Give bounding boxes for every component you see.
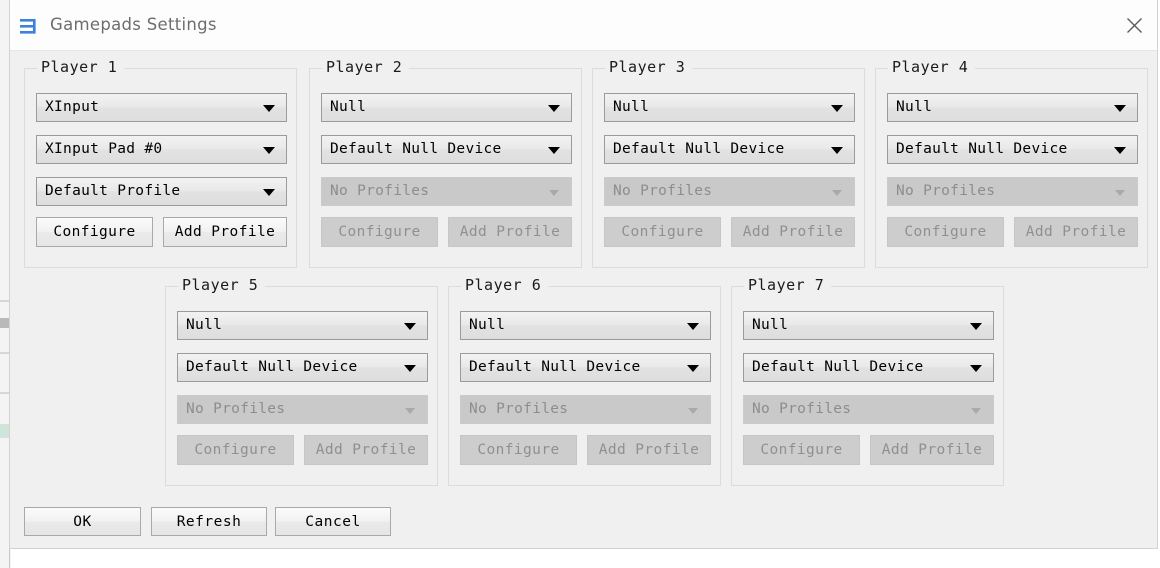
configure-button-player-6: Configure	[460, 435, 577, 465]
chevron-down-icon	[832, 190, 842, 196]
player-panel-6: Player 6 Null Default Null Device No Pro…	[448, 276, 721, 486]
profile-select-value: No Profiles	[896, 183, 996, 199]
player-panel-1: Player 1 XInput XInput Pad #0 Default Pr…	[24, 58, 297, 268]
chevron-down-icon	[687, 323, 699, 330]
chevron-down-icon	[548, 147, 560, 154]
chevron-down-icon	[831, 147, 843, 154]
profile-select-player-4: No Profiles	[887, 177, 1138, 206]
api-select-value: Null	[330, 99, 367, 115]
configure-button-player-7: Configure	[743, 435, 860, 465]
profile-select-player-1[interactable]: Default Profile	[36, 177, 287, 206]
add-profile-button-player-6: Add Profile	[587, 435, 711, 465]
window-title: Gamepads Settings	[50, 15, 217, 34]
device-select-player-7[interactable]: Default Null Device	[743, 353, 994, 382]
chevron-down-icon	[404, 365, 416, 372]
configure-button-player-4: Configure	[887, 217, 1004, 247]
player-panel-title: Player 6	[461, 276, 549, 294]
chevron-down-icon	[831, 105, 843, 112]
configure-button-player-2: Configure	[321, 217, 438, 247]
device-select-player-2[interactable]: Default Null Device	[321, 135, 572, 164]
profile-select-value: No Profiles	[330, 183, 430, 199]
chevron-down-icon	[1114, 105, 1126, 112]
api-select-value: Null	[613, 99, 650, 115]
title-bar: Gamepads Settings	[10, 0, 1157, 51]
device-select-player-1[interactable]: XInput Pad #0	[36, 135, 287, 164]
refresh-button[interactable]: Refresh	[151, 507, 267, 536]
api-select-value: Null	[752, 317, 789, 333]
chevron-down-icon	[405, 408, 415, 414]
api-select-player-6[interactable]: Null	[460, 311, 711, 340]
device-select-value: Default Null Device	[896, 141, 1068, 157]
chevron-down-icon	[1114, 147, 1126, 154]
chevron-down-icon	[263, 105, 275, 112]
chevron-down-icon	[687, 365, 699, 372]
configure-button-player-1[interactable]: Configure	[36, 217, 153, 247]
api-select-player-3[interactable]: Null	[604, 93, 855, 122]
device-select-value: Default Null Device	[752, 359, 924, 375]
add-profile-button-player-5: Add Profile	[304, 435, 428, 465]
chevron-down-icon	[404, 323, 416, 330]
add-profile-button-player-1[interactable]: Add Profile	[163, 217, 287, 247]
close-icon[interactable]	[1111, 0, 1157, 50]
api-select-player-7[interactable]: Null	[743, 311, 994, 340]
profile-select-player-3: No Profiles	[604, 177, 855, 206]
api-select-value: XInput	[45, 99, 100, 115]
gamepads-settings-dialog: Gamepads Settings Player 1 XInput XInput…	[9, 0, 1158, 549]
add-profile-button-player-3: Add Profile	[731, 217, 855, 247]
device-select-value: Default Null Device	[469, 359, 641, 375]
chevron-down-icon	[263, 189, 275, 196]
chevron-down-icon	[549, 190, 559, 196]
profile-select-value: No Profiles	[613, 183, 713, 199]
configure-button-player-5: Configure	[177, 435, 294, 465]
chevron-down-icon	[1115, 190, 1125, 196]
cancel-button[interactable]: Cancel	[275, 507, 391, 536]
configure-button-player-3: Configure	[604, 217, 721, 247]
device-select-player-4[interactable]: Default Null Device	[887, 135, 1138, 164]
menu-lines-icon	[19, 17, 41, 37]
profile-select-player-2: No Profiles	[321, 177, 572, 206]
device-select-value: Default Null Device	[613, 141, 785, 157]
player-panel-7: Player 7 Null Default Null Device No Pro…	[731, 276, 1004, 486]
player-panel-title: Player 5	[178, 276, 266, 294]
api-select-value: Null	[186, 317, 223, 333]
player-panel-title: Player 1	[37, 58, 125, 76]
device-select-value: XInput Pad #0	[45, 141, 163, 157]
profile-select-value: No Profiles	[752, 401, 852, 417]
device-select-player-5[interactable]: Default Null Device	[177, 353, 428, 382]
player-panel-title: Player 3	[605, 58, 693, 76]
player-panel-title: Player 7	[744, 276, 832, 294]
player-panel-3: Player 3 Null Default Null Device No Pro…	[592, 58, 865, 268]
ok-button[interactable]: OK	[24, 507, 141, 536]
profile-select-player-5: No Profiles	[177, 395, 428, 424]
add-profile-button-player-7: Add Profile	[870, 435, 994, 465]
player-panel-title: Player 2	[322, 58, 410, 76]
player-panel-title: Player 4	[888, 58, 976, 76]
profile-select-value: No Profiles	[186, 401, 286, 417]
profile-select-value: Default Profile	[45, 183, 181, 199]
chevron-down-icon	[688, 408, 698, 414]
chevron-down-icon	[971, 408, 981, 414]
api-select-player-5[interactable]: Null	[177, 311, 428, 340]
device-select-value: Default Null Device	[330, 141, 502, 157]
add-profile-button-player-4: Add Profile	[1014, 217, 1138, 247]
player-panel-2: Player 2 Null Default Null Device No Pro…	[309, 58, 582, 268]
device-select-player-6[interactable]: Default Null Device	[460, 353, 711, 382]
profile-select-player-6: No Profiles	[460, 395, 711, 424]
api-select-value: Null	[469, 317, 506, 333]
device-select-value: Default Null Device	[186, 359, 358, 375]
api-select-player-1[interactable]: XInput	[36, 93, 287, 122]
chevron-down-icon	[263, 147, 275, 154]
profile-select-value: No Profiles	[469, 401, 569, 417]
chevron-down-icon	[548, 105, 560, 112]
profile-select-player-7: No Profiles	[743, 395, 994, 424]
player-panel-5: Player 5 Null Default Null Device No Pro…	[165, 276, 438, 486]
api-select-value: Null	[896, 99, 933, 115]
add-profile-button-player-2: Add Profile	[448, 217, 572, 247]
chevron-down-icon	[970, 323, 982, 330]
device-select-player-3[interactable]: Default Null Device	[604, 135, 855, 164]
api-select-player-2[interactable]: Null	[321, 93, 572, 122]
player-panel-4: Player 4 Null Default Null Device No Pro…	[875, 58, 1148, 268]
api-select-player-4[interactable]: Null	[887, 93, 1138, 122]
chevron-down-icon	[970, 365, 982, 372]
